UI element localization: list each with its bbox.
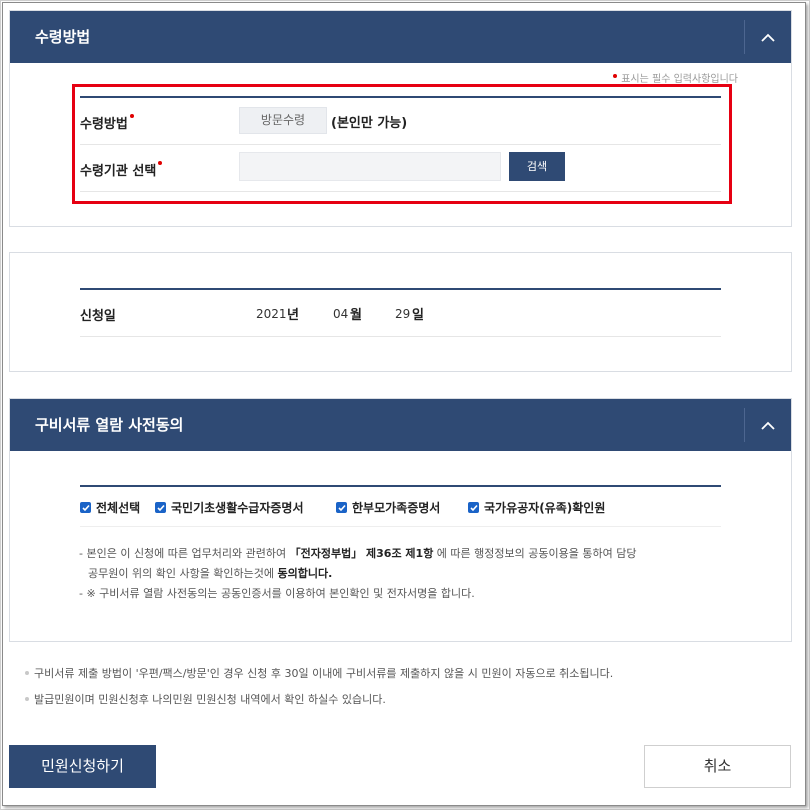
bullet-icon [25,697,29,701]
checkbox-row: 전체선택 국민기초생활수급자증명서 한부모가족증명서 국가유공자(유족)확인원 [80,487,721,527]
consent-notice: - 본인은 이 신청에 따른 업무처리와 관련하여 「전자정부법」 제36조 제… [79,544,636,604]
footnote-item: 발급민원이며 민원신청후 나의민원 민원신청 내역에서 확인 하실수 있습니다. [25,691,386,707]
footnote-item: 구비서류 제출 방법이 '우편/팩스/방문'인 경우 신청 후 30일 이내에 … [25,665,613,681]
receive-agency-label: 수령기관 선택 [80,160,163,179]
required-marker-icon [158,161,163,165]
required-marker-icon [613,74,618,78]
collapse-toggle-button[interactable] [744,408,791,442]
month-value: 04 [333,307,349,321]
consent-header: 구비서류 열람 사전동의 [10,399,791,451]
year-value: 2021 [256,307,287,321]
checkbox-label: 국민기초생활수급자증명서 [171,501,304,515]
checkbox-label: 전체선택 [96,501,141,515]
receive-method-label: 수령방법 [80,113,134,132]
consent-checklist: 전체선택 국민기초생활수급자증명서 한부모가족증명서 국가유공자(유족)확인원 [80,485,721,527]
receive-agency-row: 수령기관 선택 검색 [80,145,721,192]
required-marker-icon [129,114,134,118]
consent-notice-line1: - 본인은 이 신청에 따른 업무처리와 관련하여 「전자정부법」 제36조 제… [79,547,637,560]
application-date-form: 신청일 2021 년 04 월 29 일 [80,288,721,337]
month-unit: 월 [350,308,362,323]
receive-agency-input[interactable] [239,152,501,181]
receive-method-row: 수령방법 방문수령 (본인만 가능) [80,98,721,145]
receive-method-title: 수령방법 [35,28,91,46]
checkbox-checked-icon [468,502,479,513]
checkbox-checked-icon [155,502,166,513]
year-unit: 년 [287,308,299,323]
checkbox-label: 국가유공자(유족)확인원 [484,501,606,515]
collapse-toggle-button[interactable] [744,20,791,54]
cancel-button[interactable]: 취소 [644,745,791,788]
select-all-checkbox[interactable]: 전체선택 [80,499,140,516]
chevron-up-icon [761,33,775,42]
required-legend: 표시는 필수 입력사항입니다 [613,70,738,85]
checkbox-label: 한부모가족증명서 [352,501,441,515]
veteran-checkbox[interactable]: 국가유공자(유족)확인원 [468,499,605,516]
checkbox-checked-icon [336,502,347,513]
day-value: 29 [395,307,411,321]
search-button[interactable]: 검색 [509,152,565,181]
day-unit: 일 [412,308,424,323]
chevron-up-icon [761,421,775,430]
basic-livelihood-checkbox[interactable]: 국민기초생활수급자증명서 [155,499,303,516]
consent-title: 구비서류 열람 사전동의 [35,416,184,434]
submit-application-button[interactable]: 민원신청하기 [9,745,156,788]
single-parent-checkbox[interactable]: 한부모가족증명서 [336,499,440,516]
receive-method-header: 수령방법 [10,11,791,63]
consent-notice-line2: 공무원이 위의 확인 사항을 확인하는것에 동의합니다. [88,567,333,580]
receive-method-value: 방문수령 [239,107,327,134]
checkbox-checked-icon [80,502,91,513]
self-only-note: (본인만 가능) [331,116,408,131]
receive-form: 수령방법 방문수령 (본인만 가능) 수령기관 선택 검색 [80,96,721,192]
required-legend-text: 표시는 필수 입력사항입니다 [621,74,738,85]
application-date-row: 신청일 2021 년 04 월 29 일 [80,290,721,337]
bullet-icon [25,671,29,675]
consent-notice-line3: - ※ 구비서류 열람 사전동의는 공동인증서를 이용하여 본인확인 및 전자서… [79,587,475,600]
application-date-label: 신청일 [80,309,116,324]
